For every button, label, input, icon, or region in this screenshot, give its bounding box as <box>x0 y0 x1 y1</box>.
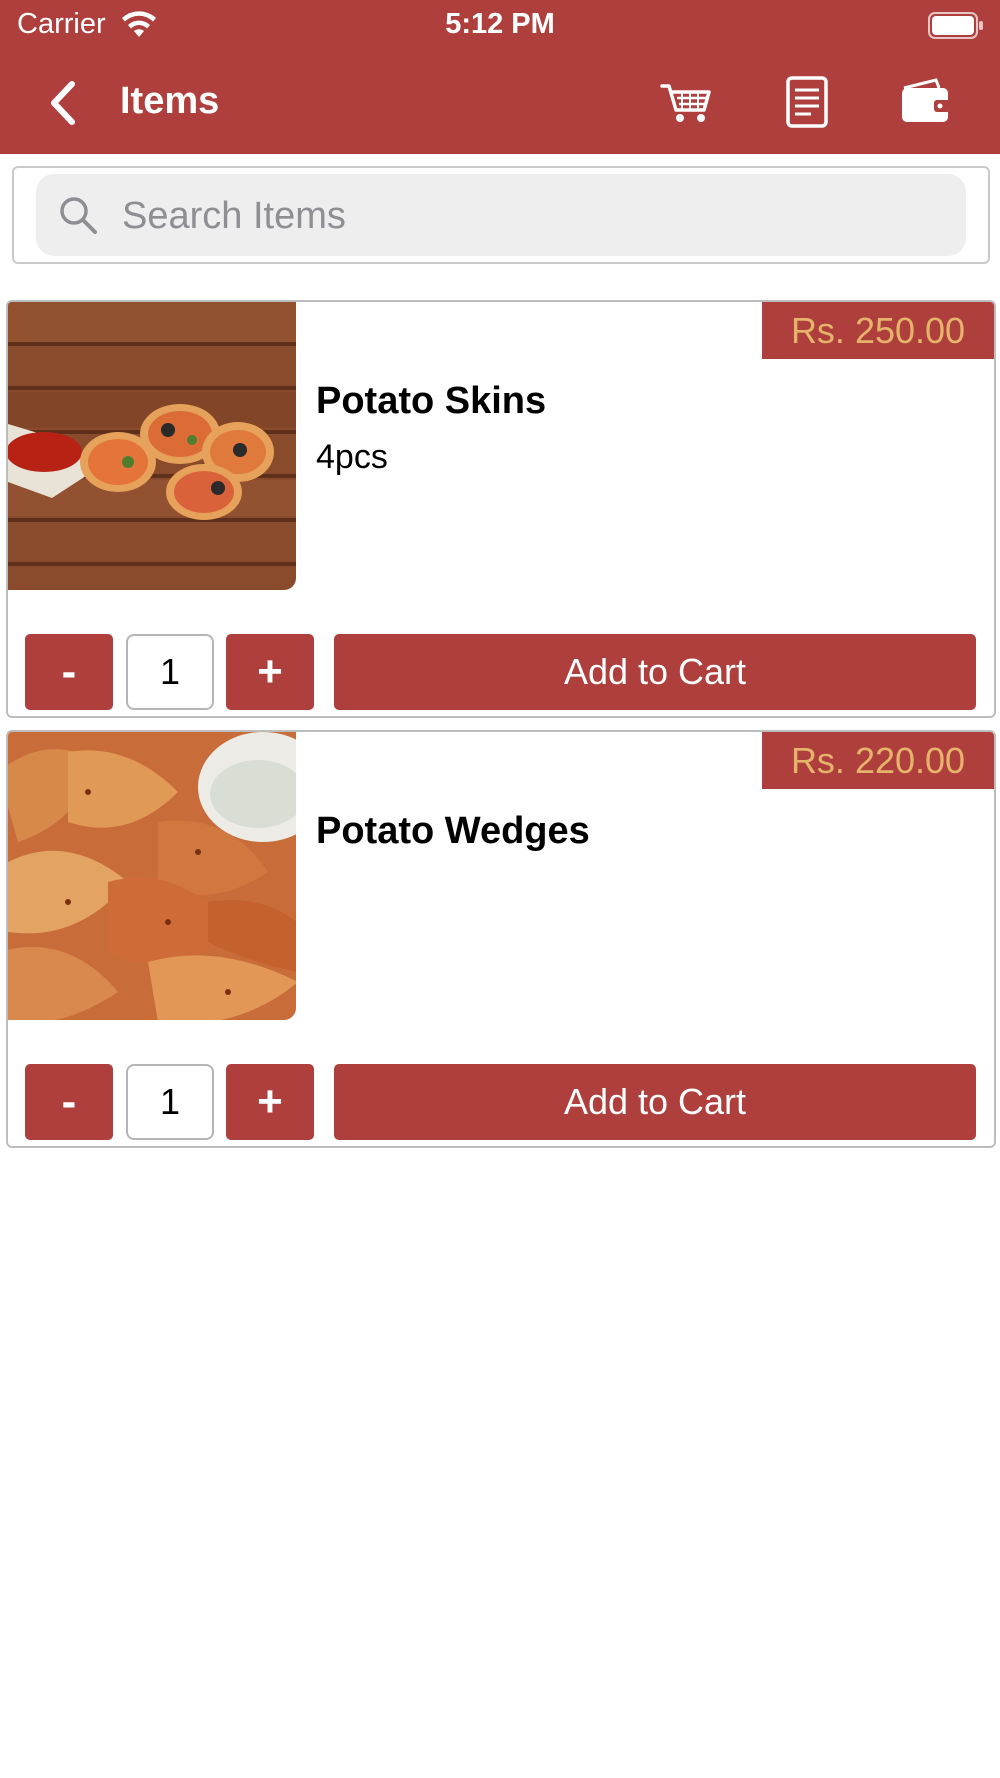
search-bar <box>12 166 990 264</box>
item-image-potato-wedges <box>8 732 296 1020</box>
wallet-icon[interactable] <box>898 74 954 130</box>
page-title: Items <box>120 80 220 122</box>
item-name: Potato Wedges <box>316 810 590 852</box>
increase-quantity-button[interactable]: + <box>226 634 314 710</box>
quantity-field[interactable]: 1 <box>126 1064 214 1140</box>
search-field[interactable] <box>36 174 966 258</box>
cart-icon[interactable] <box>658 74 714 130</box>
quantity-field[interactable]: 1 <box>126 634 214 710</box>
search-input[interactable] <box>120 174 944 258</box>
price-tag: Rs. 250.00 <box>762 302 994 359</box>
back-chevron-icon[interactable] <box>40 76 90 130</box>
item-image-potato-skins <box>8 302 296 590</box>
item-description: 4pcs <box>316 438 388 476</box>
price-tag: Rs. 220.00 <box>762 732 994 789</box>
search-icon <box>60 197 97 234</box>
nav-bar: Items <box>0 52 1000 154</box>
status-bar: Carrier 5:12 PM <box>0 0 1000 52</box>
status-time: 5:12 PM <box>445 8 555 40</box>
add-to-cart-button[interactable]: Add to Cart <box>334 1064 976 1140</box>
decrease-quantity-button[interactable]: - <box>25 634 113 710</box>
increase-quantity-button[interactable]: + <box>226 1064 314 1140</box>
decrease-quantity-button[interactable]: - <box>25 1064 113 1140</box>
orders-icon[interactable] <box>778 74 834 130</box>
item-name: Potato Skins <box>316 380 547 422</box>
item-card: Rs. 250.00 Potato Skins 4pcs - 1 + Add t… <box>6 300 996 718</box>
add-to-cart-button[interactable]: Add to Cart <box>334 634 976 710</box>
item-card: Rs. 220.00 Potato Wedges - 1 + Add to Ca… <box>6 730 996 1148</box>
battery-icon <box>928 12 983 39</box>
